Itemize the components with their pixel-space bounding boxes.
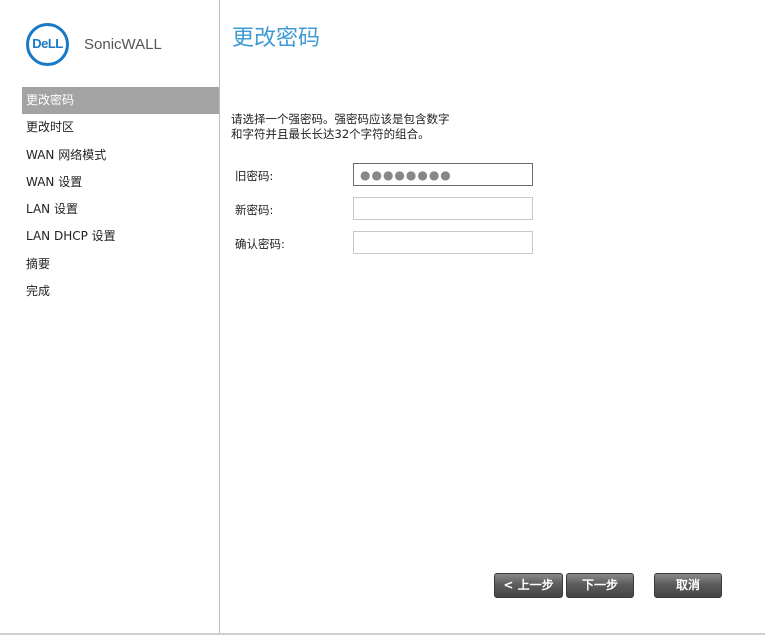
sidebar-item-finish[interactable]: 完成 [22,278,219,305]
new-password-label: 新密码: [235,203,274,217]
logo: DeLL SonicWALL [26,23,196,73]
cancel-button[interactable]: 取消 [654,573,722,598]
sidebar-item-wan-mode[interactable]: WAN 网络模式 [22,142,219,169]
old-password-input[interactable] [353,163,533,186]
confirm-password-input[interactable] [353,231,533,254]
sidebar-nav: 更改密码 更改时区 WAN 网络模式 WAN 设置 LAN 设置 LAN DHC… [22,87,219,305]
sidebar-item-summary[interactable]: 摘要 [22,251,219,278]
sidebar-item-change-timezone[interactable]: 更改时区 [22,114,219,141]
next-button[interactable]: 下一步 [566,573,634,598]
dell-logo-text: DeLL [32,36,63,51]
main-panel: 更改密码 请选择一个强密码。强密码应该是包含数字 和字符并且最长长达32个字符的… [220,0,765,633]
brand-name: SonicWALL [84,36,162,53]
page-title: 更改密码 [232,26,321,51]
confirm-password-label: 确认密码: [235,237,285,251]
sidebar-item-lan-settings[interactable]: LAN 设置 [22,196,219,223]
sidebar-item-change-password[interactable]: 更改密码 [22,87,219,115]
old-password-label: 旧密码: [235,169,274,183]
back-button[interactable]: < 上一步 [494,573,563,598]
sidebar: DeLL SonicWALL 更改密码 更改时区 WAN 网络模式 WAN 设置… [0,0,220,633]
sidebar-item-wan-settings[interactable]: WAN 设置 [22,169,219,196]
new-password-input[interactable] [353,197,533,220]
instructions-text: 请选择一个强密码。强密码应该是包含数字 和字符并且最长长达32个字符的组合。 [231,112,450,141]
sidebar-item-lan-dhcp[interactable]: LAN DHCP 设置 [22,223,219,250]
